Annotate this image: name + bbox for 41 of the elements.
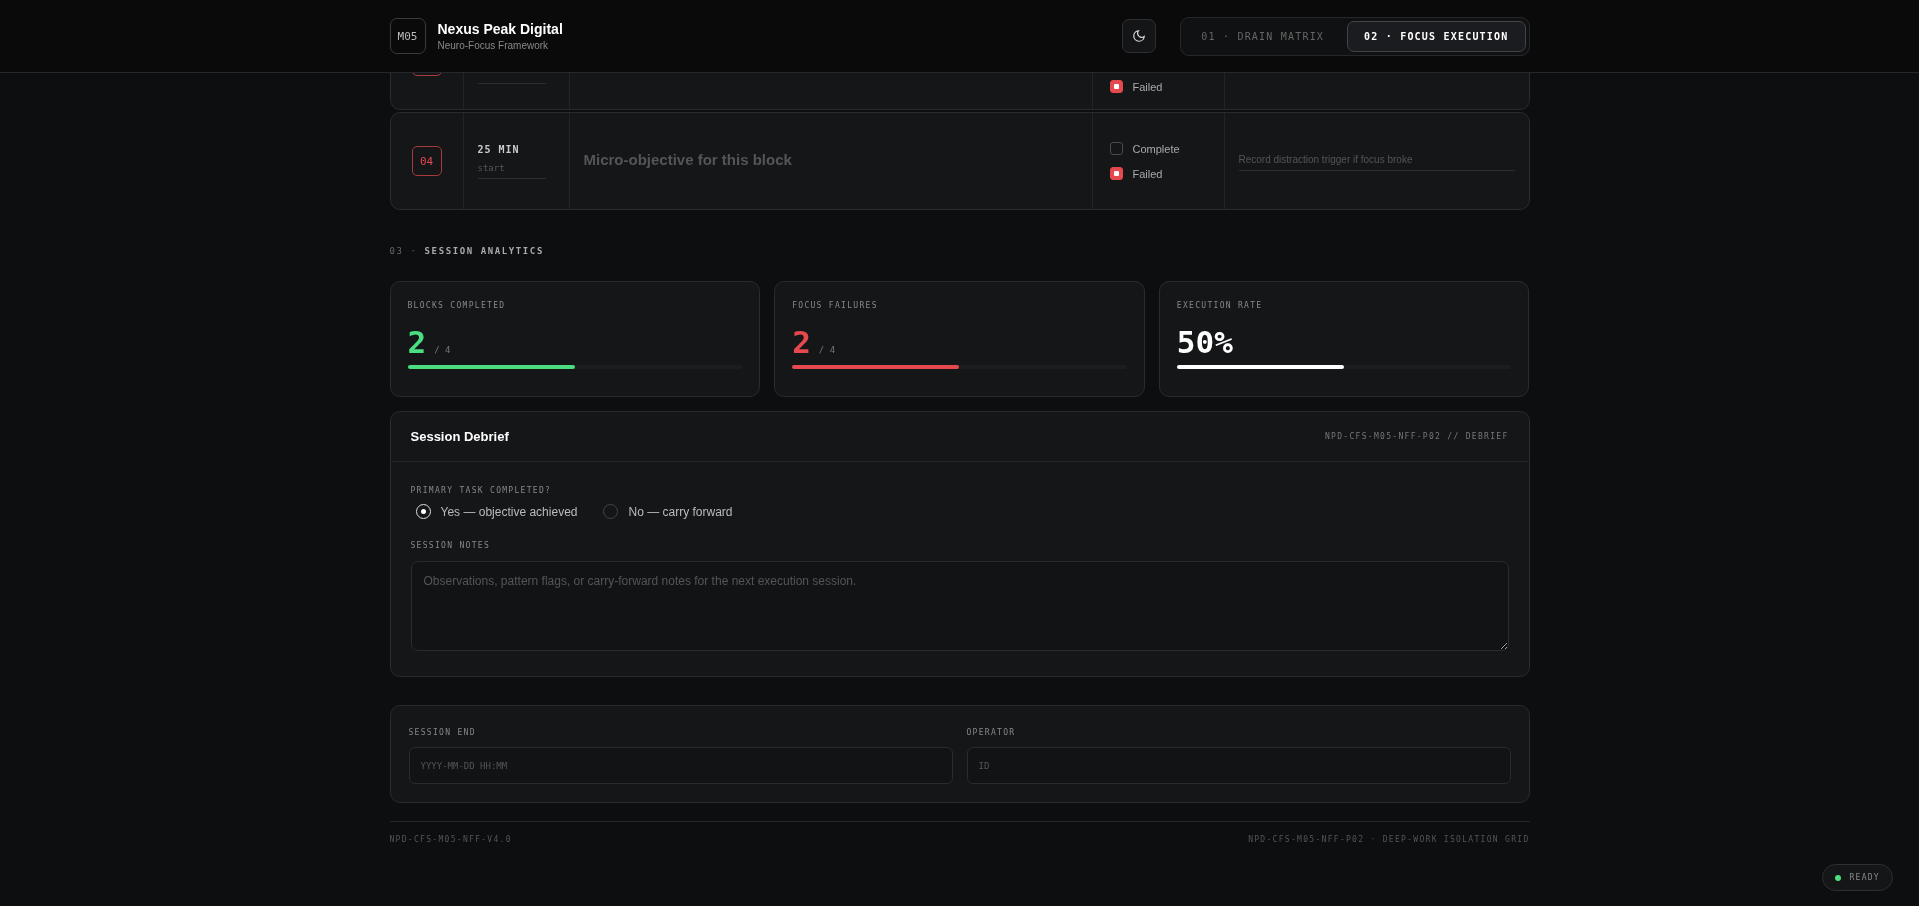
checkbox-label: Complete (1132, 142, 1180, 155)
session-notes-field[interactable]: Observations, pattern flags, or carry-forward notes for the next execution session. (410, 561, 1509, 651)
stat-total: / 4 (434, 345, 451, 355)
stat-value: 2 (407, 324, 427, 360)
logo-badge: M05 (389, 18, 426, 54)
checkbox-label: Failed (1132, 80, 1163, 93)
reference-code: NPD-CFS-M05-NFF-P02 // DEBRIEF (1325, 432, 1509, 441)
brand-title: Nexus Peak Digital (437, 21, 563, 37)
start-time-field[interactable]: start (477, 160, 546, 179)
status-dot-icon (1835, 874, 1842, 881)
distraction-notes-field[interactable]: Record distraction trigger if focus broke (1238, 151, 1515, 171)
block-number-badge: 04 (411, 146, 442, 176)
card-title: Session Debrief (410, 429, 509, 444)
status-pill: READY (1822, 864, 1893, 891)
field-label: OPERATOR (966, 728, 1016, 737)
stat-label: FOCUS FAILURES (792, 301, 879, 310)
stat-value: 2 (792, 324, 811, 360)
objective-field[interactable]: Micro-objective for this block (583, 149, 1092, 173)
stat-label: EXECUTION RATE (1176, 301, 1264, 310)
moon-icon (1132, 29, 1147, 43)
stat-value: 50% (1176, 324, 1233, 360)
checkbox[interactable] (1109, 167, 1123, 180)
radio-option[interactable]: Yes — objective achieved (415, 504, 578, 519)
field-label: SESSION END (408, 728, 476, 737)
footer-version: NPD-CFS-M05-NFF-V4.0 (389, 835, 512, 844)
theme-toggle-button[interactable] (1122, 19, 1157, 53)
text-input-field[interactable]: ID (966, 747, 1511, 784)
stat-total: / 4 (818, 345, 836, 355)
nav-tab[interactable]: 02 · FOCUS EXECUTION (1347, 20, 1526, 52)
brand-subtitle: Neuro-Focus Framework (437, 40, 550, 51)
radio-option[interactable]: No — carry forward (603, 504, 733, 519)
footer-caption: NPD-CFS-M05-NFF-P02 · DEEP-WORK ISOLATION GRID (1248, 835, 1530, 844)
field-label: SESSION NOTES (410, 541, 490, 550)
checkbox-label: Failed (1132, 167, 1163, 180)
section-heading: 03 · SESSION ANALYTICS (389, 246, 544, 256)
block-duration: 25 MIN (477, 143, 520, 155)
checkbox[interactable] (1109, 142, 1123, 155)
checkbox[interactable] (1109, 80, 1123, 93)
field-label: PRIMARY TASK COMPLETED? (410, 486, 552, 495)
stat-label: BLOCKS COMPLETED (407, 301, 507, 310)
text-input-field[interactable]: YYYY-MM-DD HH:MM (408, 747, 953, 784)
